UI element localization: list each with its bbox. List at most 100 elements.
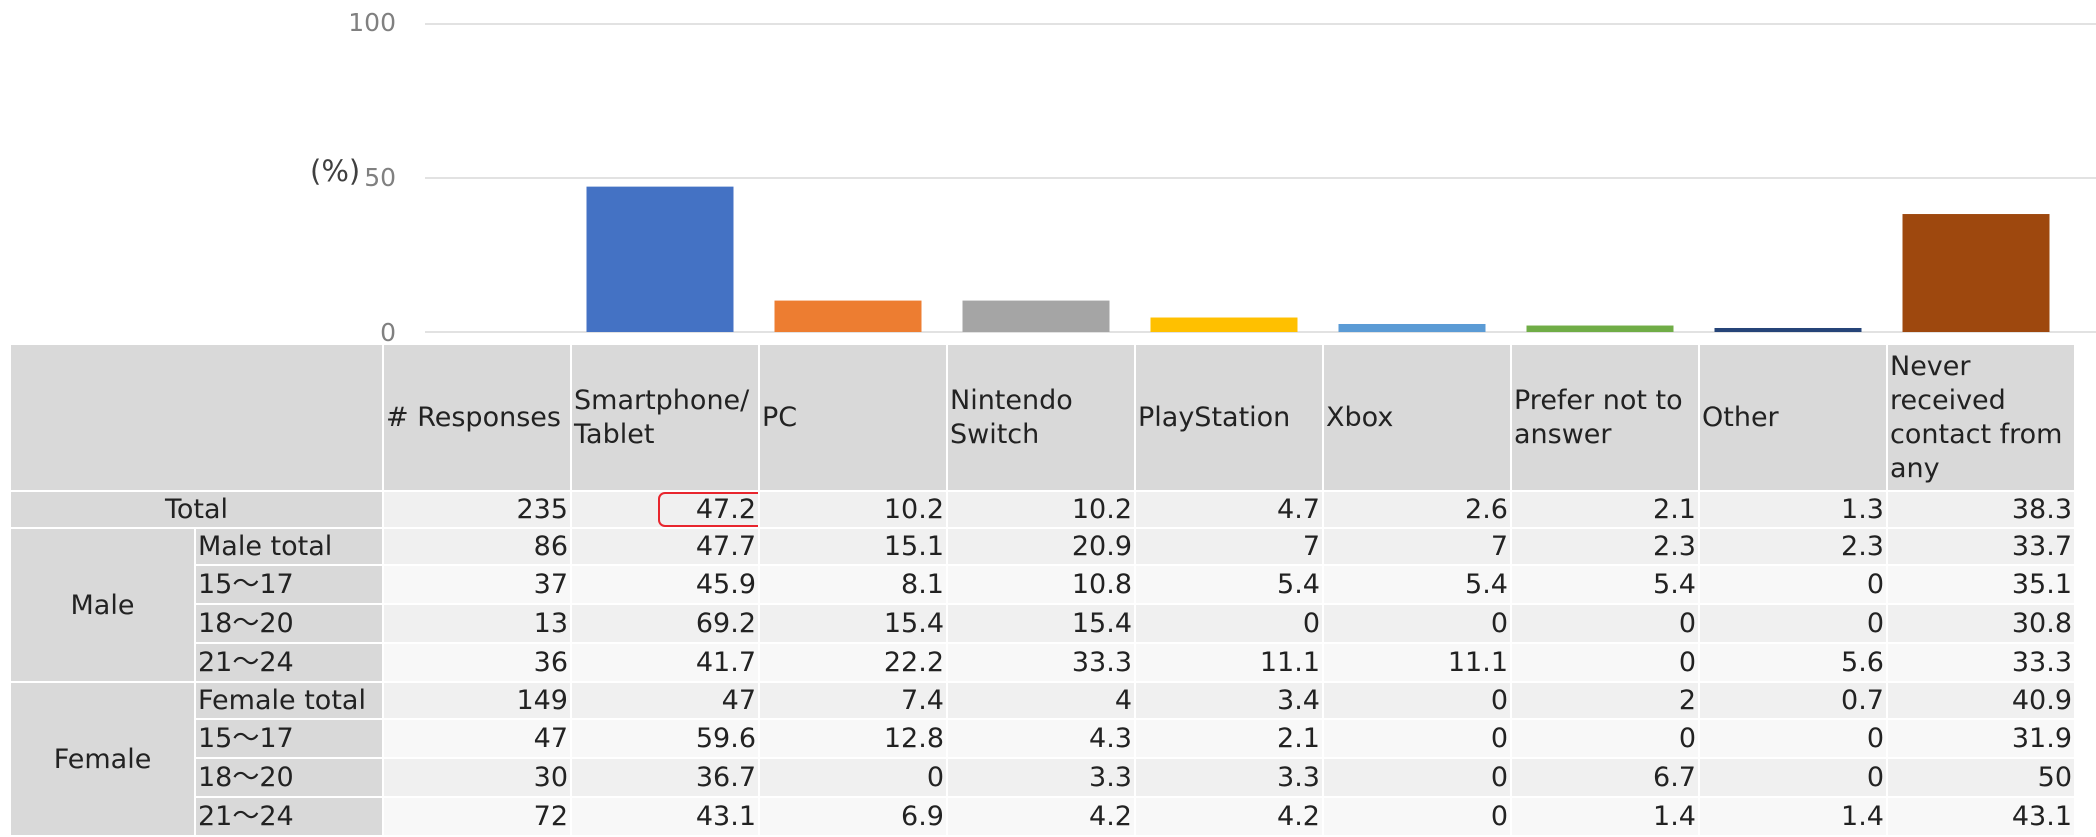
- cell-xbox: 0: [1322, 757, 1512, 798]
- row-label: Total: [9, 490, 384, 529]
- cell-other: 1.3: [1698, 490, 1888, 529]
- cell-smartphone-tablet: 36.7: [570, 757, 760, 798]
- row-label: Female total: [194, 681, 384, 720]
- row-label: Male total: [194, 527, 384, 566]
- cell-pc: 12.8: [758, 718, 948, 759]
- cell-nintendo-switch: 4.3: [946, 718, 1136, 759]
- cell-prefer-not: 5.4: [1510, 564, 1700, 605]
- cell-responses: 30: [382, 757, 572, 798]
- header-prefer-not-to-answer: Prefer not to answer: [1510, 343, 1700, 492]
- bars: [586, 186, 2050, 332]
- table-row: 18～20 13 69.2 15.4 15.4 0 0 0 0 30.8: [10, 603, 2076, 644]
- cell-nintendo-switch: 10.8: [946, 564, 1136, 605]
- cell-smartphone-tablet: 45.9: [570, 564, 760, 605]
- data-table: # Responses Smartphone/ Tablet PC Ninten…: [9, 343, 2076, 837]
- y-tick-label: 0: [380, 318, 396, 345]
- table-row: Female Female total 149 47 7.4 4 3.4 0 2 0.7 40.9: [9, 681, 2076, 837]
- cell-playstation: 0: [1134, 603, 1324, 644]
- header-other: Other: [1698, 343, 1888, 492]
- cell-nintendo-switch: 20.9: [946, 527, 1136, 566]
- cell-prefer-not: 6.7: [1510, 757, 1700, 798]
- row-label: 21～24: [194, 642, 384, 683]
- cell-playstation: 4.2: [1134, 796, 1324, 837]
- cell-never-received: 40.9: [1886, 681, 2076, 720]
- cell-responses: 13: [382, 603, 572, 644]
- cell-nintendo-switch: 4.2: [946, 796, 1136, 837]
- table-row: 18～20 30 36.7 0 3.3 3.3 0 6.7 0 50: [10, 757, 2076, 798]
- cell-other: 5.6: [1698, 642, 1888, 683]
- cell-prefer-not: 0: [1510, 642, 1700, 683]
- header-pc: PC: [758, 343, 948, 492]
- header-smartphone-tablet: Smartphone/ Tablet: [570, 343, 760, 492]
- cell-xbox: 2.6: [1322, 490, 1512, 529]
- cell-never-received: 43.1: [1886, 796, 2076, 837]
- cell-xbox: 11.1: [1322, 642, 1512, 683]
- table-row: 21～24 72 43.1 6.9 4.2 4.2 0 1.4 1.4 43.1: [10, 796, 2076, 837]
- cell-xbox: 0: [1322, 718, 1512, 759]
- cell-nintendo-switch: 15.4: [946, 603, 1136, 644]
- bar: [1526, 325, 1674, 332]
- row-label: 15～17: [194, 564, 384, 605]
- cell-other: 2.3: [1698, 527, 1888, 566]
- cell-never-received: 31.9: [1886, 718, 2076, 759]
- cell-smartphone-tablet-highlighted: 47.2: [570, 490, 760, 529]
- header-responses: # Responses: [382, 343, 572, 492]
- cell-never-received: 30.8: [1886, 603, 2076, 644]
- group-rows: Male Male total 86 47.7 15.1 20.9 7 7 2.3 2.3 33.7…: [9, 527, 2076, 837]
- cell-other: 0: [1698, 564, 1888, 605]
- cell-playstation: 7: [1134, 527, 1324, 566]
- header-nintendo-switch: Nintendo Switch: [946, 343, 1136, 492]
- cell-pc: 10.2: [758, 490, 948, 529]
- y-tick-label: 100: [348, 8, 396, 37]
- cell-xbox: 0: [1322, 681, 1512, 720]
- row-label: 18～20: [194, 757, 384, 798]
- cell-never-received: 38.3: [1886, 490, 2076, 529]
- bar: [774, 300, 922, 332]
- cell-prefer-not: 0: [1510, 718, 1700, 759]
- cell-xbox: 0: [1322, 603, 1512, 644]
- table-row-total: Total 235 47.2 10.2 10.2 4.7 2.6 2.1 1.3…: [9, 490, 2076, 529]
- cell-playstation: 2.1: [1134, 718, 1324, 759]
- cell-other: 0.7: [1698, 681, 1888, 720]
- cell-other: 1.4: [1698, 796, 1888, 837]
- cell-smartphone-tablet: 41.7: [570, 642, 760, 683]
- table-header-row: # Responses Smartphone/ Tablet PC Ninten…: [9, 343, 2076, 492]
- row-label: 15～17: [194, 718, 384, 759]
- bar: [1338, 323, 1486, 332]
- header-playstation: PlayStation: [1134, 343, 1324, 492]
- cell-nintendo-switch: 3.3: [946, 757, 1136, 798]
- cell-playstation: 3.3: [1134, 757, 1324, 798]
- row-label: 18～20: [194, 603, 384, 644]
- group-label-female: Female: [9, 681, 196, 837]
- cell-responses: 86: [382, 527, 572, 566]
- cell-smartphone-tablet: 43.1: [570, 796, 760, 837]
- table-row: 15～17 47 59.6 12.8 4.3 2.1 0 0 0 31.9: [10, 718, 2076, 759]
- cell-pc: 15.4: [758, 603, 948, 644]
- y-tick-label: 50: [364, 163, 396, 192]
- cell-pc: 6.9: [758, 796, 948, 837]
- cell-responses: 149: [382, 681, 572, 720]
- cell-smartphone-tablet: 59.6: [570, 718, 760, 759]
- cell-nintendo-switch: 4: [946, 681, 1136, 720]
- cell-nintendo-switch: 33.3: [946, 642, 1136, 683]
- cell-smartphone-tablet: 47.7: [570, 527, 760, 566]
- bar: [586, 186, 734, 332]
- bar-chart: 100 50 0 (%): [310, 8, 2096, 345]
- cell-playstation: 5.4: [1134, 564, 1324, 605]
- cell-other: 0: [1698, 718, 1888, 759]
- cell-never-received: 33.7: [1886, 527, 2076, 566]
- cell-prefer-not: 1.4: [1510, 796, 1700, 837]
- cell-prefer-not: 2.3: [1510, 527, 1700, 566]
- cell-other: 0: [1698, 603, 1888, 644]
- cell-responses: 37: [382, 564, 572, 605]
- cell-pc: 22.2: [758, 642, 948, 683]
- cell-responses: 36: [382, 642, 572, 683]
- cell-prefer-not: 0: [1510, 603, 1700, 644]
- cell-responses: 235: [382, 490, 572, 529]
- table-row: Male Male total 86 47.7 15.1 20.9 7 7 2.3 2.3 33.7: [9, 527, 2076, 683]
- header-blank: [9, 343, 384, 492]
- bar: [1150, 317, 1298, 332]
- cell-never-received: 35.1: [1886, 564, 2076, 605]
- cell-smartphone-tablet: 69.2: [570, 603, 760, 644]
- table-row: 21～24 36 41.7 22.2 33.3 11.1 11.1 0 5.6 33.3: [10, 642, 2076, 683]
